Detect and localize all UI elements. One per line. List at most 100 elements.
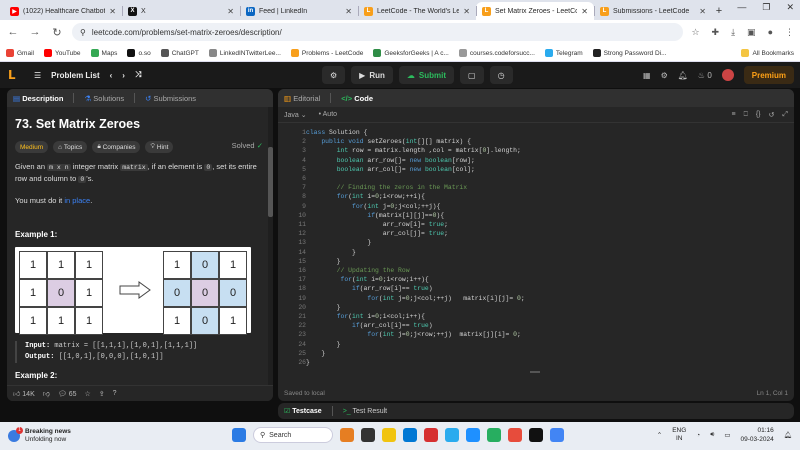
favorite-star-icon[interactable]: ☆ [85,390,91,398]
browser-tab[interactable]: L Set Matrix Zeroes - LeetCo... ✕ [476,2,594,20]
bookmark-item[interactable]: Maps [90,48,117,57]
browser-tab[interactable]: ▶ (1022) Healthcare Chatbot ✕ [4,2,122,20]
battery-icon[interactable]: ▭ [724,431,730,439]
code-line[interactable]: // Finding the zeros in the Matrix [306,184,467,191]
code-line[interactable]: if(arr_row[i]== true) [306,285,433,292]
site-info-icon[interactable]: ⚲ [80,28,86,37]
avatar[interactable] [721,69,734,81]
browser-tab[interactable]: L Submissions - LeetCode ✕ [594,2,712,20]
volume-icon[interactable]: 🔊︎ [710,431,714,439]
notification-bell-icon[interactable]: 🔔︎ [784,431,792,439]
reload-icon[interactable]: ↻ [50,26,64,39]
code-line[interactable]: } [306,350,325,357]
comments-button[interactable]: 💬︎ 65 [58,390,77,398]
fullscreen-icon[interactable]: ⤢ [782,111,788,119]
bookmark-item[interactable]: Gmail [6,48,34,57]
code-line[interactable]: boolean arr_col[]= new boolean[col]; [306,166,475,173]
reset-icon[interactable]: ↺ [769,111,775,119]
bookmark-item[interactable]: Strong Password Di... [592,48,667,57]
premium-button[interactable]: Premium [743,66,794,84]
code-line[interactable]: arr_row[i]= true; [306,221,448,228]
taskbar-search[interactable]: ⚲ Search [253,427,333,443]
close-tab-icon[interactable]: ✕ [227,7,234,16]
code-line[interactable]: // Updating the Row [306,267,410,274]
difficulty-chip[interactable]: Medium [15,141,49,153]
extensions-icon[interactable]: ✚ [712,27,720,38]
all-bookmarks[interactable]: All Bookmarks [741,48,794,57]
shuffle-icon[interactable]: ⤨ [135,70,141,80]
edge-icon[interactable] [487,428,501,442]
settings-icon[interactable]: ⚙ [661,71,668,80]
debug-button[interactable]: ⚙ [322,66,346,84]
resize-handle[interactable] [530,371,540,373]
tab-description[interactable]: ▤ Description [13,94,63,103]
code-line[interactable]: class Solution { [306,129,367,136]
leetcode-logo-icon[interactable]: ᒪ [8,68,20,82]
bookmark-item[interactable]: YouTube [43,48,81,57]
close-window-icon[interactable]: ✕ [786,2,794,13]
browser-tab[interactable]: L LeetCode - The World's Le... ✕ [358,2,476,20]
chevron-up-icon[interactable]: ⌃ [657,431,662,439]
language-indicator[interactable]: ENG IN [672,427,686,443]
clock[interactable]: 01:16 09-03-2024 [740,426,773,444]
code-line[interactable]: for(int j=0;j<col;++j){ [306,203,440,210]
code-editor[interactable]: 1 class Solution {2 public void setZeroes… [278,125,794,366]
mail-icon[interactable] [403,428,417,442]
news-widget[interactable]: Breaking newsUnfolding now [8,427,71,444]
close-tab-icon[interactable]: ✕ [109,7,116,16]
code-line[interactable]: for(int i=0;i<row;i++){ [306,276,429,283]
format-icon[interactable]: ≡ [732,111,736,119]
app-icon[interactable] [424,428,438,442]
share-icon[interactable]: ⇪ [99,390,105,398]
bookmark-item[interactable]: Problems - LeetCode [290,48,363,57]
hint-chip[interactable]: 💡︎ Hint [145,141,174,153]
back-icon[interactable]: ← [6,26,20,38]
bookmark-item[interactable]: GeeksforGeeks | A c... [373,48,449,57]
wifi-icon[interactable]: ◔ [696,432,700,439]
language-select[interactable]: Java ⌄ [284,111,307,119]
problem-list-link[interactable]: Problem List [51,71,99,80]
tab-test-result[interactable]: >_ Test Result [343,408,387,415]
tab-code[interactable]: </> Code [341,94,373,103]
in-place-link[interactable]: in place [64,196,90,205]
github-icon[interactable] [529,428,543,442]
notifications-icon[interactable]: 🔔︎ [678,71,688,80]
bookmark-item[interactable]: ChatGPT [160,48,199,57]
code-line[interactable]: if(matrix[i][j]==0){ [306,212,444,219]
bookmark-item[interactable]: LinkedINTwitterLee... [208,48,281,57]
bookmark-icon[interactable]: ⎕ [744,111,748,119]
code-line[interactable]: } [306,258,341,265]
layout-icon[interactable]: ▦ [643,71,651,80]
windows-start-icon[interactable] [232,428,246,442]
code-line[interactable]: boolean arr_row[]= new boolean[row]; [306,157,475,164]
bookmark-item[interactable]: courses.codeforsucc... [458,48,535,57]
code-line[interactable]: for(int j=0;j<col;++j) matrix[i][j]= 0; [306,295,524,302]
code-line[interactable]: for(int i=0;i<col;i++){ [306,313,425,320]
bookmark-item[interactable]: o.so [127,48,151,57]
description-scrollbar[interactable] [268,107,273,385]
like-button[interactable]: 👍︎ 14K [13,389,35,398]
tab-testcase[interactable]: ☑ Testcase [284,407,322,415]
youtube-app-icon[interactable] [508,428,522,442]
problem-list-icon[interactable]: ☰ [34,71,41,80]
browser-tab[interactable]: in Feed | LinkedIn ✕ [240,2,358,20]
code-line[interactable]: for(int i=0;i<row;++i){ [306,193,425,200]
menu-icon[interactable]: ⋮ [785,27,794,38]
dislike-icon[interactable]: 👎︎ [43,389,50,398]
forward-icon[interactable]: → [28,26,42,38]
download-icon[interactable]: ⤓ [731,27,735,38]
tab-solutions[interactable]: ⚗ Solutions [84,94,124,103]
code-line[interactable]: } [306,341,341,348]
telegram-icon[interactable] [445,428,459,442]
app-icon-2[interactable] [466,428,480,442]
submit-button[interactable]: ☁ Submit [398,66,454,84]
timer-button[interactable]: ◷ [489,66,513,84]
code-line[interactable]: } [306,359,310,366]
next-problem-icon[interactable]: › [122,71,125,80]
file-explorer-icon[interactable] [382,428,396,442]
notes-button[interactable]: ▢ [460,66,484,84]
taskbar-app-icon[interactable] [340,428,354,442]
close-tab-icon[interactable]: ✕ [699,7,706,16]
chrome-icon[interactable] [550,428,564,442]
profile-icon[interactable]: ● [768,27,773,38]
